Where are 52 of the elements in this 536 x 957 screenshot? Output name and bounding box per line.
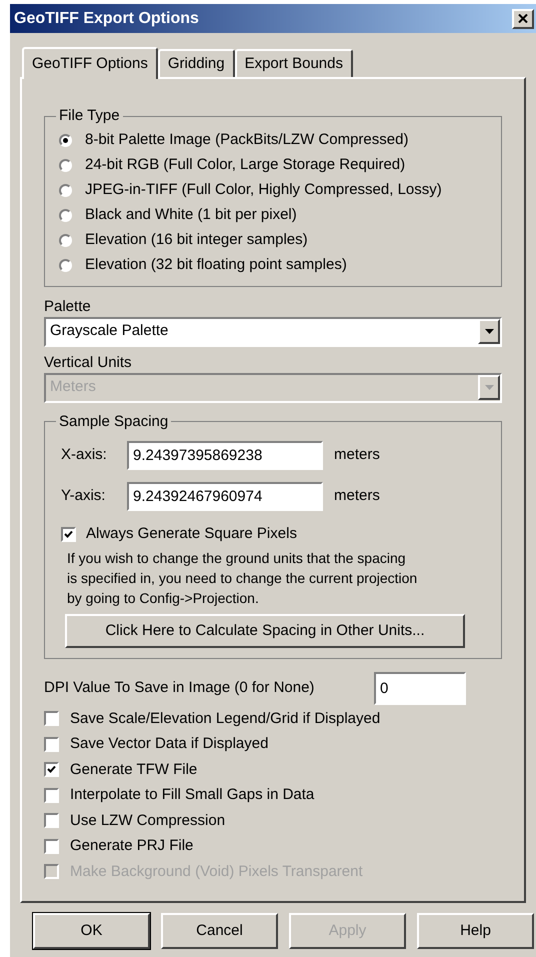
- tab[interactable]: Gridding: [158, 49, 235, 77]
- unit-label: meters: [334, 486, 380, 506]
- checkbox[interactable]: [44, 762, 59, 778]
- checkbox-label: Use LZW Compression: [70, 810, 226, 830]
- dialog-button[interactable]: Cancel: [161, 913, 278, 949]
- close-icon: [518, 14, 528, 23]
- input-field[interactable]: 9.24397395869238: [127, 441, 323, 470]
- checkbox[interactable]: [44, 736, 59, 752]
- radio-button[interactable]: [59, 134, 72, 146]
- tab[interactable]: Export Bounds: [234, 49, 353, 77]
- dialog-button[interactable]: Help: [417, 913, 534, 949]
- radio-label: JPEG-in-TIFF (Full Color, Highly Compressed, Lossy): [85, 180, 442, 200]
- tab[interactable]: GeoTIFF Options: [22, 47, 158, 79]
- radio-button[interactable]: [59, 184, 72, 196]
- radio-button[interactable]: [59, 258, 72, 272]
- field-label: Palette: [44, 296, 92, 316]
- radio-label: Black and White (1 bit per pixel): [85, 204, 297, 225]
- window-title: GeoTIFF Export Options: [14, 8, 199, 28]
- radio-button[interactable]: [59, 208, 72, 222]
- checkbox-label: Generate PRJ File: [70, 836, 194, 856]
- field-label: X-axis:: [61, 445, 108, 466]
- checkbox-label: Always Generate Square Pixels: [86, 524, 297, 544]
- note-text: If you wish to change the ground units that the spacing is specified in, you need to change the current projection by going to Config->Projection.: [67, 549, 418, 608]
- field-label: DPI Value To Save in Image (0 for None): [44, 678, 314, 698]
- checkbox-label: Save Scale/Elevation Legend/Grid if Displayed: [70, 708, 380, 728]
- checkbox[interactable]: [44, 788, 59, 803]
- group-title: Sample Spacing: [58, 412, 170, 432]
- radio-button[interactable]: [59, 234, 72, 246]
- checkbox-label: Generate TFW File: [70, 760, 198, 780]
- checkbox[interactable]: [61, 526, 76, 542]
- checkbox[interactable]: [44, 711, 59, 726]
- unit-label: meters: [334, 445, 380, 466]
- radio-label: Elevation (16 bit integer samples): [85, 230, 308, 250]
- field-label: Vertical Units: [44, 352, 133, 372]
- radio-label: 24-bit RGB (Full Color, Large Storage Required): [85, 154, 406, 175]
- calculate-spacing-button[interactable]: Click Here to Calculate Spacing in Other Units...: [65, 614, 465, 648]
- group-title: File Type: [58, 106, 121, 126]
- input-field[interactable]: 9.24392467960974: [127, 482, 323, 511]
- dpi-input-field[interactable]: 0: [374, 672, 466, 704]
- dropdown[interactable]: Grayscale Palette: [44, 316, 502, 346]
- dialog-button[interactable]: OK: [33, 913, 150, 949]
- radio-label: 8-bit Palette Image (PackBits/LZW Compressed): [85, 130, 408, 150]
- field-label: Y-axis:: [61, 486, 106, 506]
- checkbox[interactable]: [44, 813, 59, 828]
- checkbox-label: Save Vector Data if Displayed: [70, 734, 268, 754]
- check-mark-icon: [64, 530, 73, 538]
- radio-button[interactable]: [59, 158, 72, 172]
- radio-label: Elevation (32 bit floating point samples): [85, 254, 347, 275]
- check-mark-icon: [47, 765, 56, 774]
- close-button[interactable]: [512, 8, 534, 28]
- checkbox-label: Interpolate to Fill Small Gaps in Data: [70, 785, 314, 805]
- checkbox[interactable]: [44, 838, 59, 854]
